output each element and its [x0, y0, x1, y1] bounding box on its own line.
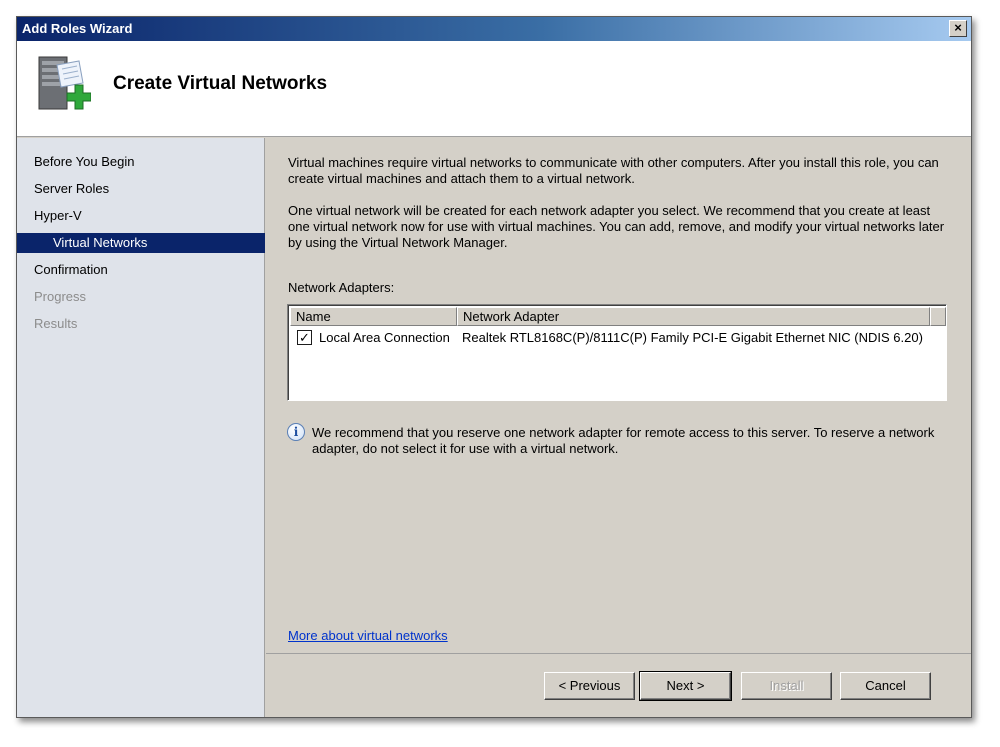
- column-header-name[interactable]: Name: [290, 307, 457, 326]
- adapter-checkbox[interactable]: ✓: [297, 330, 312, 345]
- checkmark-icon: ✓: [299, 330, 310, 345]
- sidebar-item-progress: Progress: [34, 289, 87, 304]
- list-header: Name Network Adapter: [290, 307, 946, 326]
- more-about-virtual-networks-link[interactable]: More about virtual networks: [288, 628, 448, 643]
- title-bar[interactable]: Add Roles Wizard ×: [17, 17, 971, 41]
- column-header-network-adapter[interactable]: Network Adapter: [457, 307, 930, 326]
- install-button: Install: [741, 672, 832, 700]
- sidebar-item-virtual-networks[interactable]: Virtual Networks: [17, 233, 265, 253]
- sidebar-item-results: Results: [34, 316, 78, 331]
- adapter-name: Local Area Connection: [319, 330, 450, 345]
- info-icon: i: [287, 423, 305, 441]
- info-text: We recommend that you reserve one networ…: [312, 425, 935, 456]
- wizard-window: Add Roles Wizard × Create Virtual Networ…: [16, 16, 972, 718]
- sidebar-item-confirmation[interactable]: Confirmation: [17, 260, 265, 280]
- recommend-text: One virtual network will be created for …: [288, 203, 945, 250]
- network-adapters-list[interactable]: Name Network Adapter ✓ Local Area Connec…: [287, 304, 947, 401]
- next-button[interactable]: Next >: [639, 671, 732, 701]
- previous-button[interactable]: < Previous: [544, 672, 635, 700]
- wizard-footer: < Previous Next > Install Cancel: [266, 653, 971, 717]
- close-icon: ×: [954, 20, 962, 35]
- window-title: Add Roles Wizard: [22, 21, 133, 36]
- page-title: Create Virtual Networks: [113, 73, 328, 94]
- close-button[interactable]: ×: [949, 20, 967, 37]
- server-add-icon: [38, 56, 91, 110]
- sidebar-item-hyper-v[interactable]: Hyper-V: [17, 206, 265, 226]
- wizard-steps-sidebar: Before You Begin Server Roles Hyper-V Vi…: [17, 138, 265, 717]
- wizard-content: Virtual machines require virtual network…: [266, 138, 971, 653]
- intro-text: Virtual machines require virtual network…: [288, 155, 939, 186]
- adapter-description: Realtek RTL8168C(P)/8111C(P) Family PCI-…: [462, 330, 923, 345]
- sidebar-item-server-roles[interactable]: Server Roles: [17, 179, 265, 199]
- list-item[interactable]: ✓ Local Area Connection Realtek RTL8168C…: [290, 328, 946, 348]
- column-header-filler: [930, 307, 946, 326]
- network-adapters-label: Network Adapters:: [288, 280, 395, 295]
- cancel-button[interactable]: Cancel: [840, 672, 931, 700]
- wizard-header: Create Virtual Networks: [17, 41, 971, 137]
- sidebar-item-before-you-begin[interactable]: Before You Begin: [17, 152, 265, 172]
